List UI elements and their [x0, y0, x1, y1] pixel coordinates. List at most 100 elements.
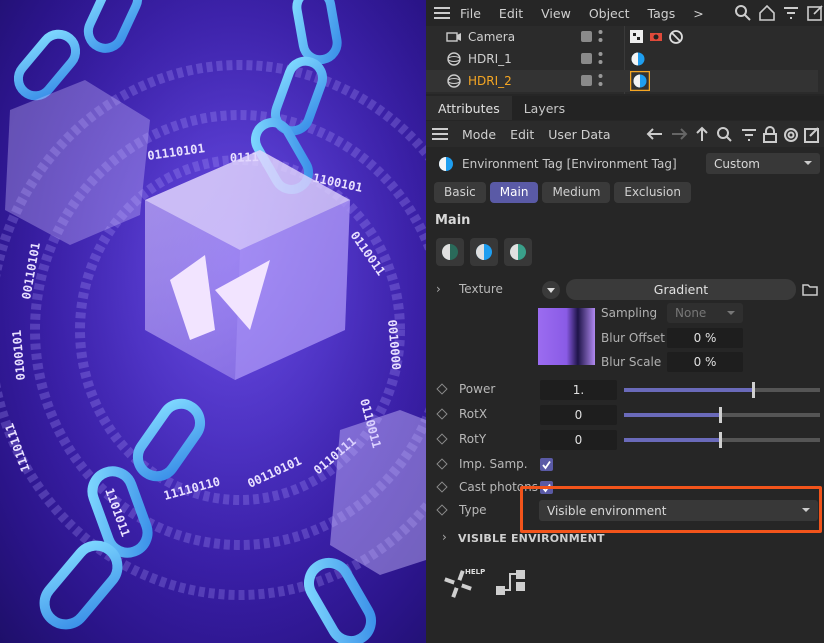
- panel-tabs: Attributes Layers: [426, 96, 824, 120]
- subtab-basic[interactable]: Basic: [434, 182, 486, 203]
- section-title: Main: [435, 213, 471, 228]
- node-editor-icon[interactable]: [494, 566, 530, 602]
- preset-value: Custom: [714, 156, 760, 171]
- roty-field[interactable]: 0: [540, 430, 617, 450]
- power-row: Power 1.: [426, 379, 824, 401]
- blur-scale-field[interactable]: 0 %: [667, 352, 743, 372]
- attributes-toolbar: Mode Edit User Data: [426, 121, 824, 147]
- group-visible-environment[interactable]: VISIBLE ENVIRONMENT: [458, 532, 605, 545]
- visibility-toggle[interactable]: [581, 53, 592, 64]
- object-row-hdri2[interactable]: HDRI_2: [426, 70, 818, 92]
- visibility-toggle[interactable]: [581, 31, 592, 42]
- chevron-right-icon[interactable]: ›: [442, 530, 447, 544]
- subtabs: Basic Main Medium Exclusion: [434, 182, 691, 203]
- preset-dropdown[interactable]: Custom: [706, 153, 820, 174]
- rotx-field[interactable]: 0: [540, 405, 617, 425]
- power-label: Power: [459, 382, 496, 396]
- imp-samp-label: Imp. Samp.: [459, 457, 528, 471]
- attribute-panel: File Edit View Object Tags > Camera HDRI…: [426, 0, 824, 643]
- rotx-slider-fill: [624, 413, 721, 417]
- menu-mode[interactable]: Mode: [462, 127, 496, 142]
- menu-more[interactable]: >: [693, 6, 703, 21]
- visibility-toggle[interactable]: [581, 75, 592, 86]
- keyframe-diamond-icon[interactable]: [436, 383, 448, 395]
- help-label: HELP: [465, 568, 486, 576]
- roty-slider-handle[interactable]: [719, 432, 723, 448]
- power-slider-fill: [624, 388, 754, 392]
- blur-scale-label: Blur Scale: [601, 355, 662, 369]
- object-name: Camera: [468, 30, 516, 44]
- environment-tag-icon-selected[interactable]: [630, 71, 650, 91]
- menu-object[interactable]: Object: [589, 6, 630, 21]
- hamburger-icon[interactable]: [434, 7, 450, 19]
- object-list: Camera HDRI_1 HDRI_2: [426, 26, 824, 94]
- chevron-down-icon: [804, 161, 812, 165]
- menu-file[interactable]: File: [460, 6, 481, 21]
- mode-icons: [436, 238, 532, 266]
- visibility-dots-icon[interactable]: [598, 28, 603, 46]
- object-name: HDRI_1: [468, 52, 512, 66]
- sampling-value: None: [675, 306, 707, 320]
- imp-samp-checkbox[interactable]: [540, 458, 553, 471]
- sampling-dropdown[interactable]: None: [667, 303, 743, 323]
- tab-attributes[interactable]: Attributes: [426, 96, 512, 120]
- subtab-main[interactable]: Main: [489, 182, 539, 203]
- env-mode-a-button[interactable]: [436, 238, 464, 266]
- check-icon: [542, 460, 551, 470]
- rotx-label: RotX: [459, 407, 488, 421]
- power-field[interactable]: 1.: [540, 380, 617, 400]
- texture-menu-button[interactable]: [541, 280, 561, 300]
- new-window-icon[interactable]: [806, 4, 824, 22]
- chevron-right-icon[interactable]: ›: [436, 282, 441, 296]
- menu-view[interactable]: View: [541, 6, 571, 21]
- visibility-dots-icon[interactable]: [598, 72, 603, 90]
- subtab-medium[interactable]: Medium: [542, 182, 611, 203]
- object-header: Environment Tag [Environment Tag] Custom: [426, 152, 824, 176]
- annotation-highlight-box: [520, 486, 822, 533]
- rotx-row: RotX 0: [426, 404, 824, 426]
- hamburger-icon[interactable]: [432, 128, 448, 140]
- menu-tags[interactable]: Tags: [648, 6, 676, 21]
- keyframe-diamond-icon[interactable]: [436, 481, 448, 493]
- attribute-nav-icons[interactable]: [646, 126, 822, 144]
- menubar: File Edit View Object Tags >: [426, 0, 824, 26]
- filter-icon[interactable]: [782, 4, 800, 22]
- half-circle-icon: [510, 244, 526, 260]
- tab-layers[interactable]: Layers: [512, 96, 577, 120]
- texture-label: Texture: [459, 282, 503, 296]
- roty-slider-fill: [624, 438, 721, 442]
- sky-object-icon: [447, 52, 461, 66]
- object-row-camera[interactable]: Camera: [426, 26, 818, 48]
- keyframe-diamond-icon[interactable]: [436, 458, 448, 470]
- object-title: Environment Tag [Environment Tag]: [462, 157, 677, 171]
- blur-offset-field[interactable]: 0 %: [667, 328, 743, 348]
- texture-gradient-button[interactable]: Gradient: [566, 279, 796, 300]
- env-mode-b-button[interactable]: [470, 238, 498, 266]
- search-icon[interactable]: [734, 4, 752, 22]
- subtab-exclusion[interactable]: Exclusion: [614, 182, 691, 203]
- keyframe-diamond-icon[interactable]: [436, 408, 448, 420]
- visibility-dots-icon[interactable]: [598, 50, 603, 68]
- chevron-down-icon: [727, 311, 735, 315]
- menu-edit-attr[interactable]: Edit: [510, 127, 534, 142]
- folder-icon[interactable]: [802, 282, 818, 296]
- roty-row: RotY 0: [426, 429, 824, 451]
- power-slider-handle[interactable]: [752, 382, 756, 398]
- env-mode-c-button[interactable]: [504, 238, 532, 266]
- environment-tag-icon: [439, 157, 453, 171]
- sampling-label: Sampling: [601, 306, 658, 320]
- object-name-selected: HDRI_2: [468, 74, 512, 88]
- sky-object-icon: [447, 74, 461, 88]
- keyframe-diamond-icon[interactable]: [436, 504, 448, 516]
- menu-edit[interactable]: Edit: [499, 6, 523, 21]
- type-label: Type: [459, 503, 487, 517]
- object-row-hdri1[interactable]: HDRI_1: [426, 48, 818, 70]
- environment-tag-icon[interactable]: [630, 51, 646, 67]
- menu-user-data[interactable]: User Data: [548, 127, 610, 142]
- camera-tags[interactable]: [630, 29, 690, 45]
- keyframe-diamond-icon[interactable]: [436, 433, 448, 445]
- half-circle-icon: [476, 244, 492, 260]
- render-image: 0111010101110011001010110011001000000110…: [0, 0, 426, 643]
- home-icon[interactable]: [758, 4, 776, 22]
- rotx-slider-handle[interactable]: [719, 407, 723, 423]
